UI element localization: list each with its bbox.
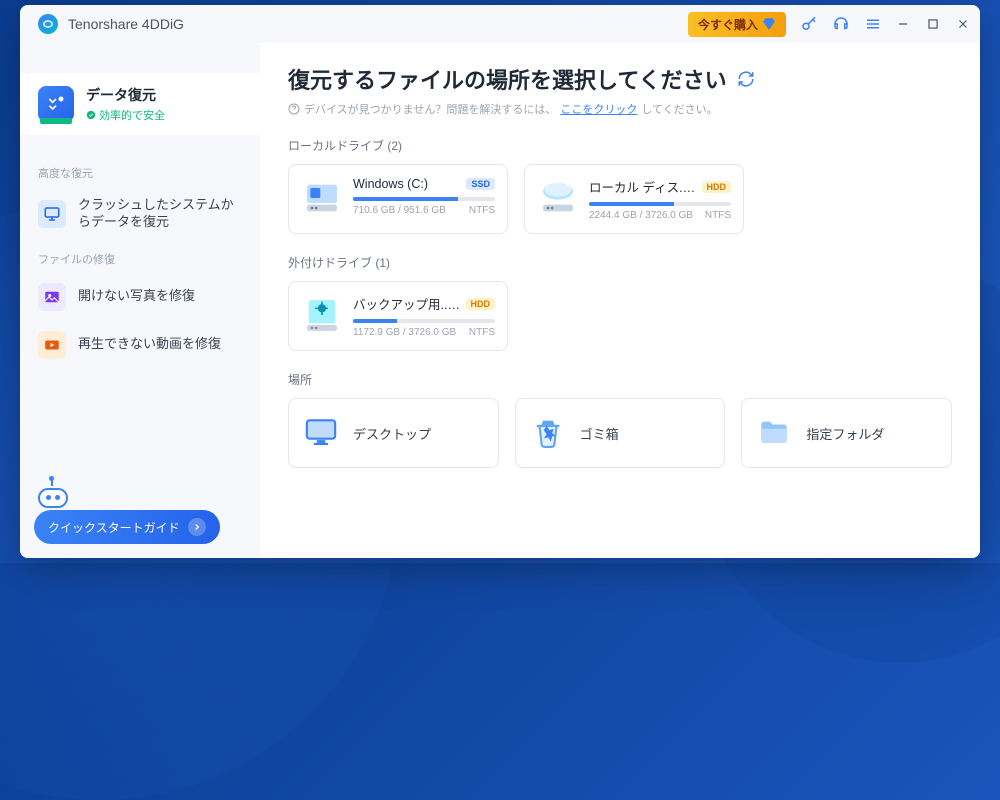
sidebar-item-label: 再生できない動画を修復 [78,336,221,353]
buy-now-button[interactable]: 今すぐ購入 [688,12,786,37]
buy-now-label: 今すぐ購入 [698,16,758,33]
drive-icon [301,294,343,336]
check-circle-icon [86,110,96,120]
sidebar-item-label: 開けない写真を修復 [78,288,195,305]
drive-usage-bar [353,197,495,201]
diamond-icon [762,17,776,31]
video-icon [38,331,66,359]
section-local-drives: ローカルドライブ (2) [288,137,952,154]
menu-icon[interactable] [864,15,882,33]
drive-card[interactable]: Windows (C:) SSD 710.6 GB / 951.6 GBNTFS [288,164,508,234]
refresh-icon[interactable] [737,70,755,88]
quickstart-guide-button[interactable]: クイックスタートガイド [34,510,220,544]
sidebar-item-data-recovery[interactable]: データ復元 効率的で安全 [20,73,260,135]
drive-name: ローカル ディス... (D:) [589,177,698,196]
app-title: Tenorshare 4DDiG [68,16,688,32]
drive-type-tag: HDD [466,298,496,310]
main-content: 復元するファイルの場所を選択してください デバイスが見つかりません？問題を解決す… [260,43,980,558]
page-subtitle: デバイスが見つかりません？問題を解決するには、 ここをクリック してください。 [288,101,952,117]
trash-icon [530,415,566,451]
titlebar: Tenorshare 4DDiG 今すぐ購入 [20,5,980,43]
chevron-right-icon [188,518,206,536]
location-label: 指定フォルダ [806,424,884,443]
location-select-folder[interactable]: 指定フォルダ [741,398,952,468]
drive-type-tag: HDD [702,181,732,193]
drive-name: バックアップ用... (F:) [353,294,462,313]
page-title: 復元するファイルの場所を選択してください [288,63,727,95]
app-logo-icon [38,14,58,34]
drive-icon [301,177,343,219]
quickstart-label: クイックスタートガイド [48,519,180,536]
sidebar-item-label: クラッシュしたシステムからデータを復元 [78,197,242,231]
external-drives-grid: バックアップ用... (F:) HDD 1172.9 GB / 3726.0 GBN… [288,281,952,351]
drive-icon [537,177,579,219]
location-label: ゴミ箱 [580,424,619,443]
sidebar-primary-title: データ復元 [86,85,165,105]
drive-meta: 1172.9 GB / 3726.0 GBNTFS [353,327,495,338]
minimize-button[interactable] [896,17,910,31]
maximize-button[interactable] [926,17,940,31]
key-icon[interactable] [800,15,818,33]
photo-icon [38,283,66,311]
drive-usage-bar [353,319,495,323]
titlebar-tools [800,15,882,33]
sidebar: データ復元 効率的で安全 高度な復元 クラッシュしたシステムからデータを復元 フ… [20,43,260,558]
drive-meta: 2244.4 GB / 3726.0 GBNTFS [589,210,731,221]
page-title-row: 復元するファイルの場所を選択してください [288,63,952,95]
folder-icon [756,415,792,451]
drive-meta: 710.6 GB / 951.6 GBNTFS [353,205,495,216]
location-desktop[interactable]: デスクトップ [288,398,499,468]
drive-type-tag: SSD [466,178,495,190]
monitor-icon [38,200,66,228]
location-label: デスクトップ [353,424,431,443]
drive-card[interactable]: バックアップ用... (F:) HDD 1172.9 GB / 3726.0 GBN… [288,281,508,351]
sidebar-section-repair: ファイルの修復 [20,241,260,273]
sidebar-section-advanced: 高度な復元 [20,155,260,187]
section-locations: 場所 [288,371,952,388]
sidebar-item-photo-repair[interactable]: 開けない写真を修復 [20,273,260,321]
close-button[interactable] [956,17,970,31]
location-recycle-bin[interactable]: ゴミ箱 [515,398,726,468]
window-controls [896,17,970,31]
support-icon[interactable] [832,15,850,33]
sidebar-item-crashed-system[interactable]: クラッシュしたシステムからデータを復元 [20,187,260,241]
app-window: Tenorshare 4DDiG 今すぐ購入 データ復元 [20,5,980,558]
sidebar-primary-status: 効率的で安全 [86,107,165,123]
drive-usage-bar [589,202,731,206]
help-circle-icon [288,103,300,115]
section-external-drives: 外付けドライブ (1) [288,254,952,271]
data-recovery-icon [38,86,74,122]
local-drives-grid: Windows (C:) SSD 710.6 GB / 951.6 GBNTFS ロー… [288,164,952,234]
drive-name: Windows (C:) [353,177,428,191]
sidebar-item-video-repair[interactable]: 再生できない動画を修復 [20,321,260,369]
help-link[interactable]: ここをクリック [560,101,637,117]
drive-card[interactable]: ローカル ディス... (D:) HDD 2244.4 GB / 3726.0 GB… [524,164,744,234]
desktop-icon [303,415,339,451]
locations-grid: デスクトップ ゴミ箱 指定フォルダ [288,398,952,468]
